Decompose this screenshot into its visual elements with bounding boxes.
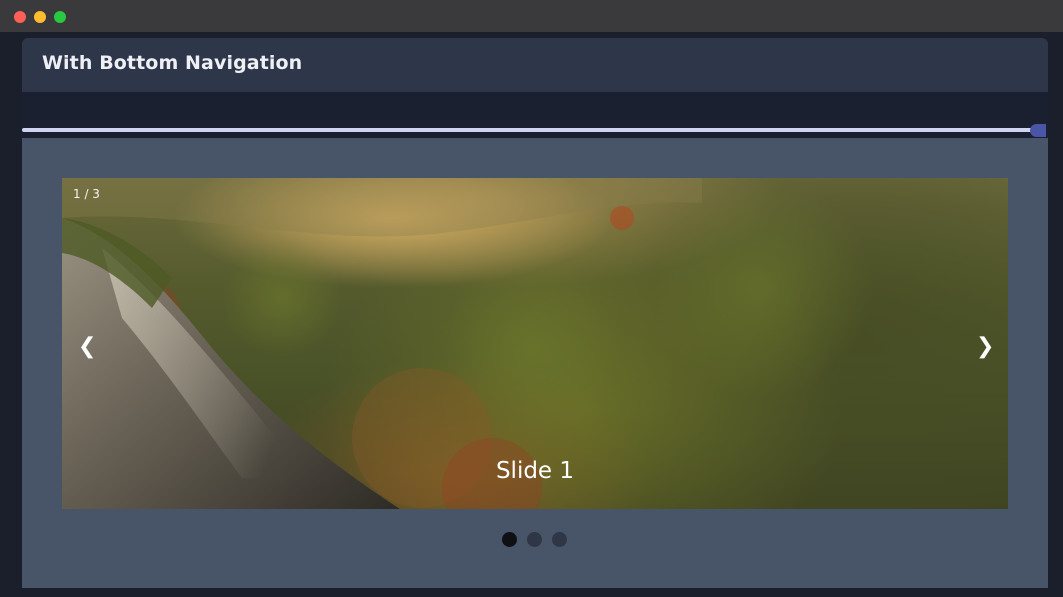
maximize-window-button[interactable] [54, 11, 66, 23]
carousel-panel: 1 / 3 ❮ ❯ Slide 1 [22, 138, 1048, 588]
next-slide-button[interactable]: ❯ [976, 336, 994, 358]
progress-thumb[interactable] [1030, 124, 1046, 137]
card-title: With Bottom Navigation [42, 52, 303, 74]
carousel-slide[interactable]: 1 / 3 ❮ ❯ Slide 1 [62, 178, 1008, 509]
slide-counter: 1 / 3 [73, 187, 100, 201]
carousel-dot-1[interactable] [502, 532, 517, 547]
progress-bar [22, 128, 1038, 132]
slide-caption: Slide 1 [495, 458, 575, 484]
app-frame: With Bottom Navigation 1 / 3 ❮ ❯ Slide 1 [0, 32, 1063, 597]
previous-slide-button[interactable]: ❮ [78, 336, 96, 358]
carousel-dot-3[interactable] [552, 532, 567, 547]
card-header: With Bottom Navigation [22, 38, 1048, 92]
minimize-window-button[interactable] [34, 11, 46, 23]
window-titlebar [0, 0, 1063, 32]
carousel-dot-2[interactable] [527, 532, 542, 547]
close-window-button[interactable] [14, 11, 26, 23]
